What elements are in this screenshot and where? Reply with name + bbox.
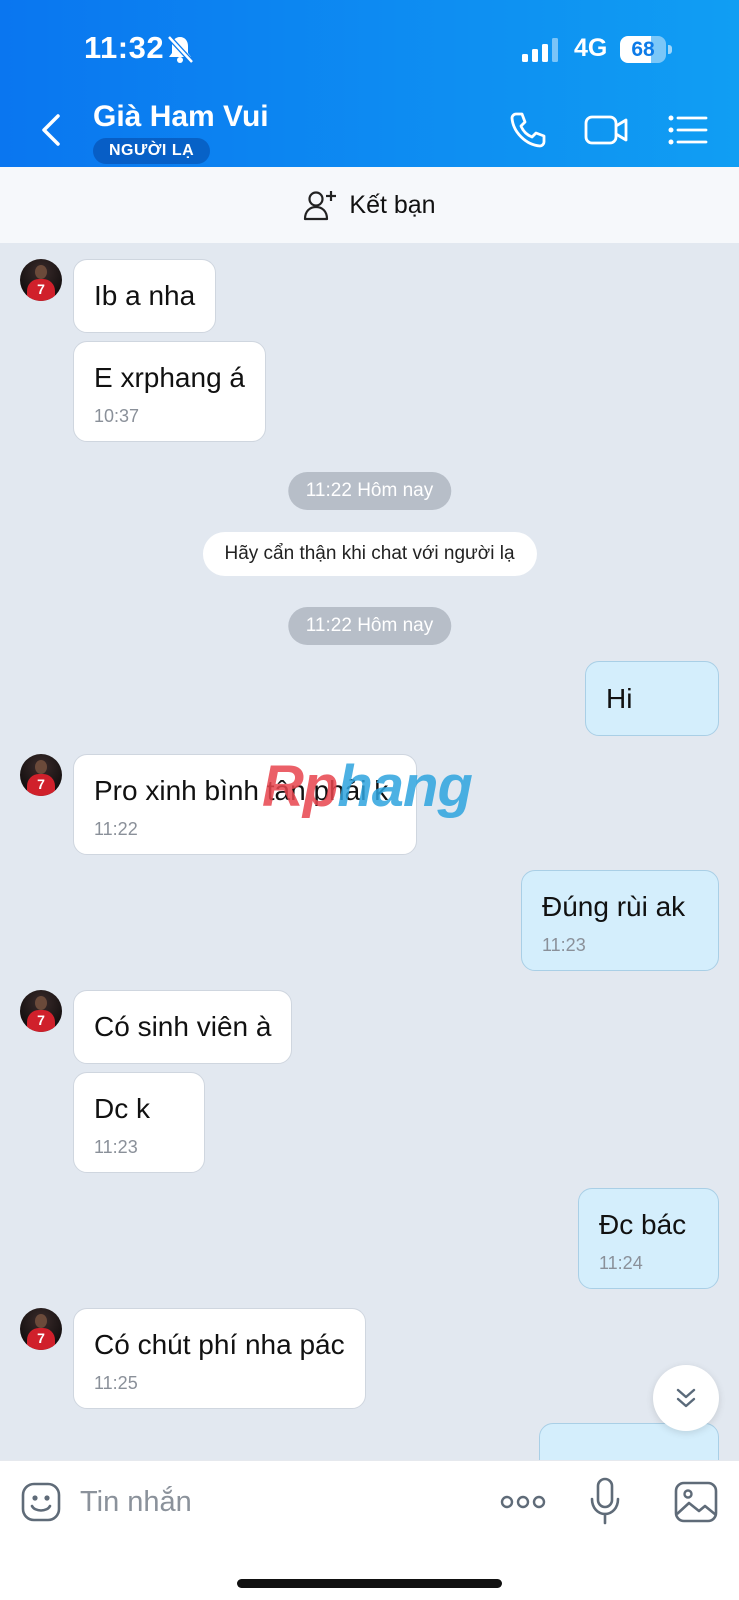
image-icon[interactable]	[674, 1481, 718, 1523]
add-user-icon	[304, 191, 337, 221]
add-friend-button[interactable]: Kết bạn	[0, 167, 739, 243]
message-time: 11:23	[542, 935, 586, 955]
message-time: 11:25	[94, 1373, 138, 1393]
scroll-to-bottom-button[interactable]	[653, 1365, 719, 1431]
message-time: 11:22	[94, 819, 138, 839]
chat-header: 11:32 4G 68 Già Ham Vui NGƯỜI LẠ	[0, 0, 739, 167]
back-arrow-icon[interactable]	[34, 108, 68, 152]
date-separator: 11:22 Hôm nay	[287, 607, 452, 645]
video-icon[interactable]	[584, 108, 628, 152]
composer-bar	[0, 1460, 739, 1600]
avatar[interactable]: 7	[20, 259, 62, 301]
message-outgoing[interactable]: Hi	[585, 661, 719, 736]
message-time: 11:24	[599, 1253, 643, 1273]
avatar[interactable]: 7	[20, 990, 62, 1032]
message-list[interactable]: 7 Ib a nha E xrphang á 10:37 11:22 Hôm n…	[0, 243, 739, 1460]
message-incoming[interactable]: E xrphang á 10:37	[73, 341, 266, 442]
message-time: 10:37	[94, 406, 140, 426]
message-incoming[interactable]: Ib a nha	[73, 259, 217, 333]
message-incoming[interactable]: Có chút phí nha pác 11:25	[73, 1308, 366, 1409]
signal-icon	[522, 38, 558, 62]
message-outgoing[interactable]: Đúng rùi ak 11:23	[521, 870, 719, 971]
stranger-warning: Hãy cẩn thận khi chat với người lạ	[202, 532, 537, 576]
more-dots-icon[interactable]	[500, 1483, 546, 1521]
watermark-logo: Rphang	[262, 754, 473, 819]
message-incoming[interactable]: Dc k 11:23	[73, 1072, 205, 1173]
battery-indicator: 68	[620, 36, 672, 63]
avatar[interactable]: 7	[20, 1308, 62, 1350]
contact-name[interactable]: Già Ham Vui	[93, 100, 269, 134]
add-friend-label: Kết bạn	[349, 190, 436, 219]
menu-list-icon[interactable]	[666, 108, 710, 152]
avatar[interactable]: 7	[20, 754, 62, 796]
network-label: 4G	[574, 34, 608, 62]
stranger-badge: NGƯỜI LẠ	[93, 138, 211, 164]
message-outgoing[interactable]: Đc bác 11:24	[578, 1188, 719, 1289]
message-time: 11:23	[94, 1137, 138, 1157]
bell-slash-icon	[167, 35, 194, 64]
message-incoming[interactable]: Có sinh viên à	[73, 990, 293, 1064]
phone-icon[interactable]	[506, 108, 550, 152]
date-separator: 11:22 Hôm nay	[287, 472, 452, 510]
message-input[interactable]	[80, 1477, 460, 1527]
emoji-icon[interactable]	[20, 1481, 62, 1523]
battery-percent: 68	[631, 38, 655, 61]
mic-icon[interactable]	[588, 1477, 622, 1525]
status-time: 11:32	[84, 30, 165, 65]
chevron-double-down-icon	[676, 1388, 696, 1408]
home-indicator[interactable]	[237, 1579, 502, 1588]
